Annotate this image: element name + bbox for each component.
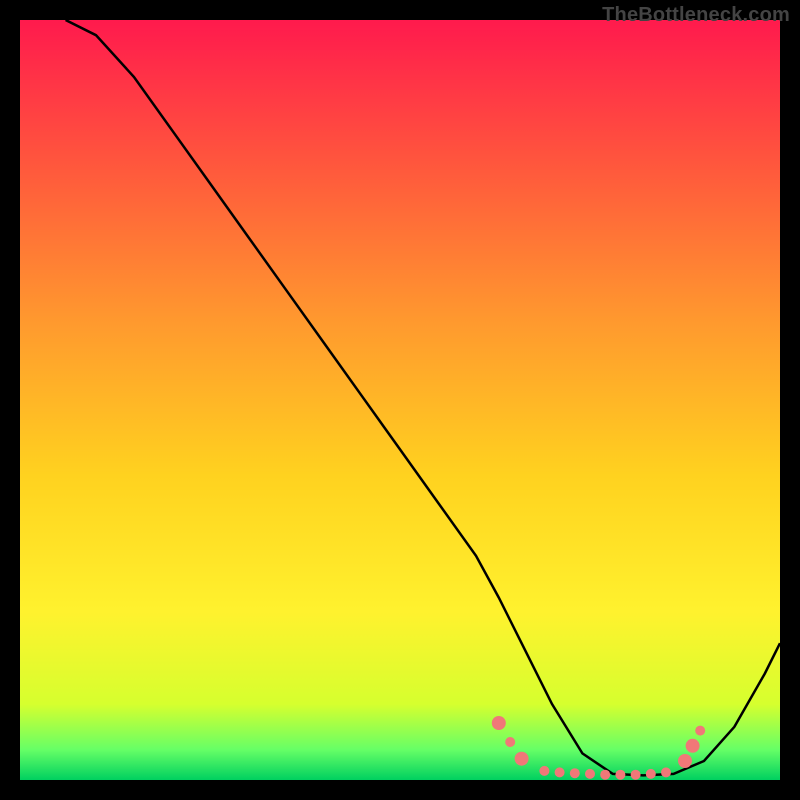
trough-marker-dot	[555, 767, 565, 777]
trough-marker-dot	[661, 767, 671, 777]
trough-marker-dot	[585, 769, 595, 779]
trough-marker-dot	[492, 716, 506, 730]
trough-marker-dot	[505, 737, 515, 747]
watermark-text: TheBottleneck.com	[602, 4, 790, 27]
trough-marker-dot	[646, 769, 656, 779]
trough-marker-dot	[695, 726, 705, 736]
trough-marker-dot	[615, 770, 625, 780]
trough-marker-dot	[515, 752, 529, 766]
trough-marker-dot	[570, 768, 580, 778]
trough-marker-dot	[600, 770, 610, 780]
plot-area	[20, 20, 780, 780]
trough-marker-dot	[678, 754, 692, 768]
trough-marker-dot	[686, 739, 700, 753]
trough-marker-dot	[631, 770, 641, 780]
bottleneck-chart	[0, 0, 800, 800]
trough-marker-dot	[539, 766, 549, 776]
chart-container: TheBottleneck.com	[0, 0, 800, 800]
